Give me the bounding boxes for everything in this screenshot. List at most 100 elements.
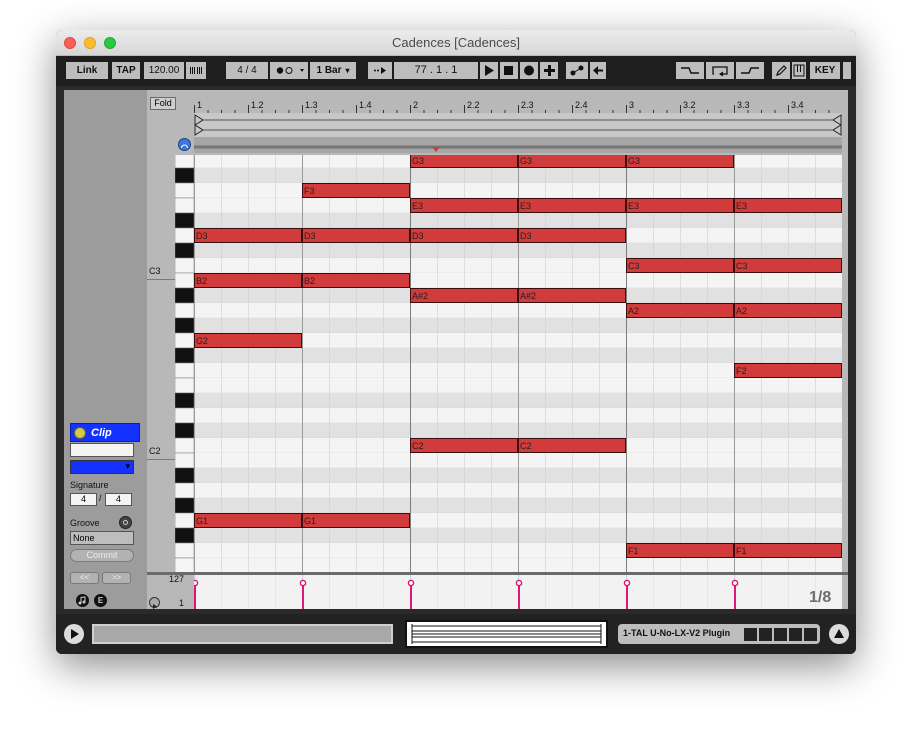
midi-note[interactable]: G2: [194, 333, 302, 348]
punch-in-icon[interactable]: [676, 62, 704, 79]
black-key[interactable]: [175, 287, 194, 304]
midi-note[interactable]: B2: [302, 273, 410, 288]
white-key[interactable]: [175, 197, 194, 214]
velocity-lane[interactable]: [194, 575, 842, 609]
device-selector[interactable]: 1-TAL U-No-LX-V2 Plugin: [618, 624, 820, 644]
midi-note[interactable]: E3: [734, 198, 842, 213]
midi-note-icon[interactable]: [76, 594, 89, 607]
clip-header[interactable]: Clip: [70, 423, 140, 442]
white-key[interactable]: [175, 155, 194, 169]
midi-note[interactable]: D3: [410, 228, 518, 243]
note-grid[interactable]: G3 G3 G3 F3 E3 E3 E3 E3 D3 D3 D3 D3 C3 C3 B2 B2 A#2 A#2 A2…: [194, 155, 842, 573]
play-icon[interactable]: [480, 62, 498, 79]
link-button[interactable]: Link: [66, 62, 108, 79]
white-key[interactable]: [175, 182, 194, 199]
loop-brace[interactable]: [194, 113, 842, 137]
piano-keyboard[interactable]: [175, 155, 194, 573]
midi-note[interactable]: A#2: [518, 288, 626, 303]
computer-keyboard-icon[interactable]: [792, 62, 806, 79]
midi-note[interactable]: C3: [734, 258, 842, 273]
info-view-toggle-icon[interactable]: [64, 624, 84, 644]
fold-button[interactable]: Fold: [150, 97, 176, 110]
midi-note[interactable]: F1: [626, 543, 734, 558]
loop-icon[interactable]: [706, 62, 734, 79]
black-key[interactable]: [175, 212, 194, 229]
nudge-icon[interactable]: [186, 62, 206, 79]
commit-button[interactable]: Commit: [70, 549, 134, 562]
metronome-icon[interactable]: [270, 62, 308, 79]
midi-note[interactable]: E3: [518, 198, 626, 213]
scrub-area[interactable]: [194, 137, 842, 155]
groove-hotswap-icon[interactable]: [119, 516, 132, 529]
white-key[interactable]: [175, 512, 194, 529]
white-key[interactable]: [175, 407, 194, 424]
track-square-2[interactable]: [759, 628, 772, 641]
follow-icon[interactable]: [368, 62, 392, 79]
black-key[interactable]: [175, 167, 194, 184]
black-key[interactable]: [175, 392, 194, 409]
position-display[interactable]: 77 . 1 . 1: [394, 62, 478, 79]
groove-select[interactable]: None: [70, 531, 134, 545]
track-square-4[interactable]: [789, 628, 802, 641]
midi-note[interactable]: F3: [302, 183, 410, 198]
black-key[interactable]: [175, 527, 194, 544]
overview-thumbnail[interactable]: [405, 620, 608, 648]
velocity-lane-toggle-icon[interactable]: [149, 597, 160, 609]
stop-icon[interactable]: [500, 62, 518, 79]
midi-note[interactable]: F1: [734, 543, 842, 558]
black-key[interactable]: [175, 242, 194, 259]
white-key[interactable]: [175, 557, 194, 573]
midi-note[interactable]: D3: [302, 228, 410, 243]
record-icon[interactable]: [520, 62, 538, 79]
midi-note[interactable]: C2: [410, 438, 518, 453]
midi-note[interactable]: D3: [194, 228, 302, 243]
midi-note[interactable]: F2: [734, 363, 842, 378]
black-key[interactable]: [175, 347, 194, 364]
clip-nav-prev-button[interactable]: <<: [70, 572, 99, 584]
clip-nav-next-button[interactable]: >>: [102, 572, 131, 584]
clip-color-select[interactable]: ▾: [70, 460, 134, 474]
track-square-3[interactable]: [774, 628, 787, 641]
punch-out-icon[interactable]: [736, 62, 764, 79]
white-key[interactable]: [175, 272, 194, 289]
midi-note[interactable]: G1: [194, 513, 302, 528]
midi-note[interactable]: A#2: [410, 288, 518, 303]
signature-denominator-field[interactable]: 4: [105, 493, 132, 506]
quantize-select[interactable]: 1 Bar ▾: [310, 62, 356, 79]
white-key[interactable]: [175, 437, 194, 454]
draw-mode-icon[interactable]: [772, 62, 790, 79]
white-key[interactable]: [175, 482, 194, 499]
automation-arm-icon[interactable]: [566, 62, 588, 79]
detail-view-toggle-icon[interactable]: [829, 624, 849, 644]
midi-note[interactable]: E3: [626, 198, 734, 213]
midi-note[interactable]: G1: [302, 513, 410, 528]
white-key[interactable]: [175, 332, 194, 349]
white-key[interactable]: [175, 302, 194, 319]
envelopes-icon[interactable]: E: [94, 594, 107, 607]
black-key[interactable]: [175, 422, 194, 439]
clip-activator-icon[interactable]: [74, 427, 86, 439]
black-key[interactable]: [175, 467, 194, 484]
midi-note[interactable]: D3: [518, 228, 626, 243]
midi-note[interactable]: G3: [410, 155, 518, 168]
midi-note[interactable]: G3: [518, 155, 626, 168]
clip-name-field[interactable]: [70, 443, 134, 457]
midi-note[interactable]: A2: [626, 303, 734, 318]
preview-headphones-icon[interactable]: [178, 138, 191, 151]
white-key[interactable]: [175, 257, 194, 274]
track-square-1[interactable]: [744, 628, 757, 641]
black-key[interactable]: [175, 497, 194, 514]
grid-display[interactable]: 1/8: [809, 589, 831, 607]
back-to-arrangement-icon[interactable]: [590, 62, 606, 79]
tempo-field[interactable]: 120.00: [144, 62, 184, 79]
signature-field[interactable]: 4 / 4: [226, 62, 268, 79]
signature-numerator-field[interactable]: 4: [70, 493, 97, 506]
midi-note[interactable]: G3: [626, 155, 734, 168]
white-key[interactable]: [175, 452, 194, 469]
key-map-button[interactable]: KEY: [810, 62, 840, 79]
midi-note[interactable]: B2: [194, 273, 302, 288]
track-square-5[interactable]: [804, 628, 817, 641]
midi-map-button[interactable]: [843, 62, 851, 79]
white-key[interactable]: [175, 227, 194, 244]
midi-note[interactable]: C2: [518, 438, 626, 453]
